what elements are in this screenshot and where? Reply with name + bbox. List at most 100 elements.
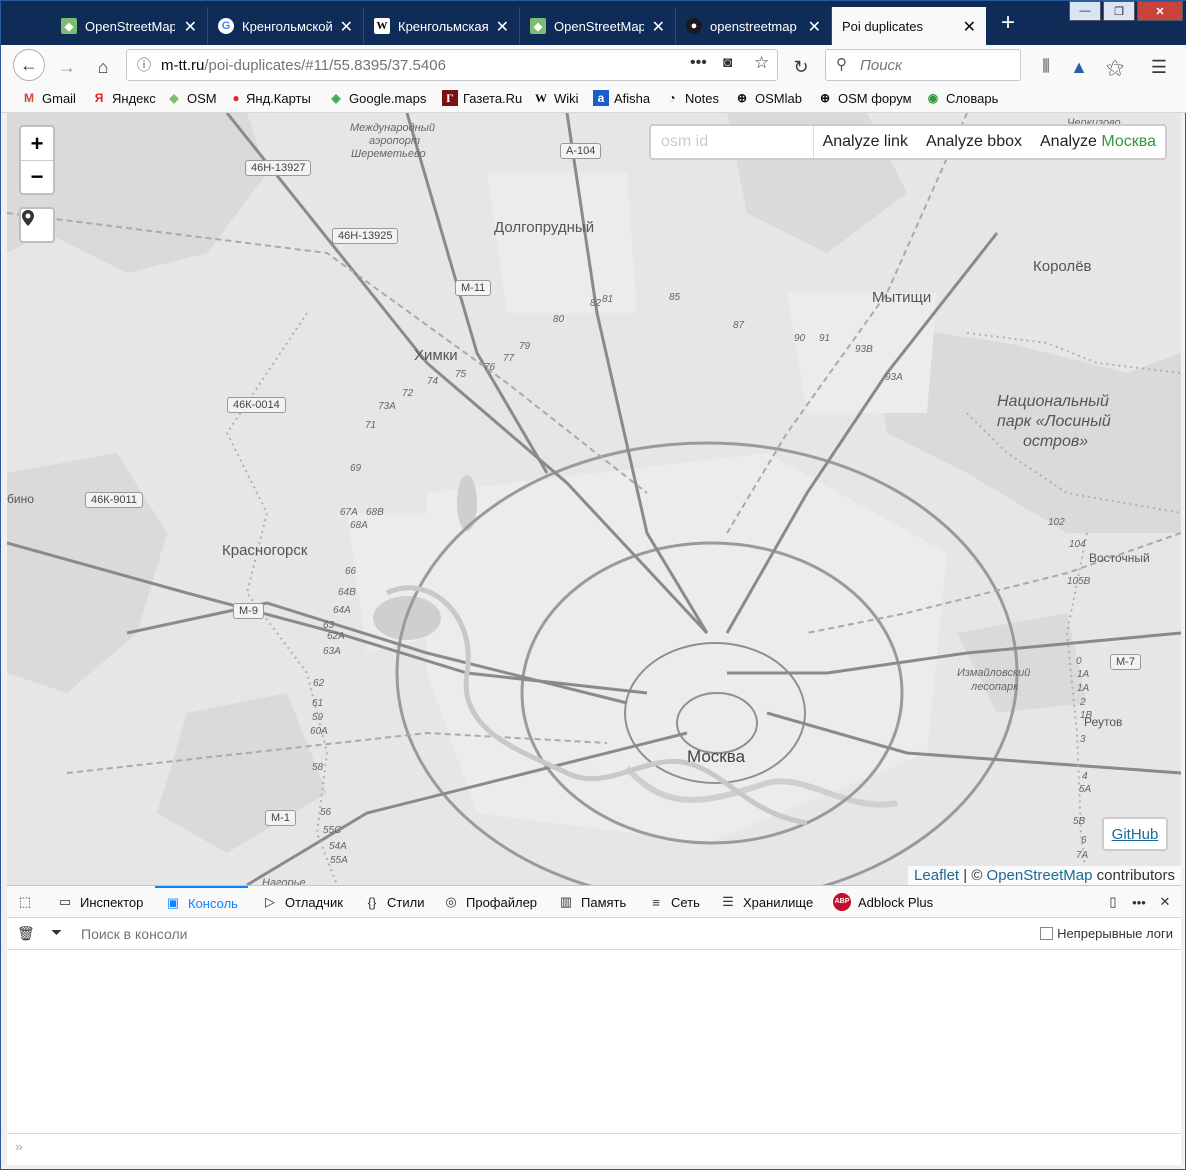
km-marker: 69 bbox=[350, 463, 362, 474]
filter-icon[interactable]: ⏷ bbox=[51, 924, 62, 941]
search-bar[interactable]: ⚲ Поиск bbox=[825, 49, 1021, 81]
km-marker: 68А bbox=[350, 520, 368, 531]
minimize-button[interactable]: — bbox=[1069, 1, 1101, 21]
tab-title: Poi duplicates bbox=[842, 18, 923, 34]
analyze-link-button[interactable]: Analyze link bbox=[814, 133, 917, 151]
close-tab-icon[interactable]: ✕ bbox=[184, 17, 197, 37]
tab-styles[interactable]: {} Стили bbox=[364, 886, 425, 918]
close-tab-icon[interactable]: ✕ bbox=[808, 17, 821, 37]
road-shield: 46Н-13925 bbox=[332, 228, 399, 244]
sync-icon[interactable]: ▲ bbox=[1065, 53, 1093, 81]
bookmark-notes[interactable]: ◔ Notes bbox=[664, 90, 719, 106]
tab-profiler[interactable]: ◎ Профайлер bbox=[443, 886, 537, 918]
bookmark-osm[interactable]: ◆ OSM bbox=[166, 90, 216, 106]
map-label-moscow: Москва bbox=[687, 747, 746, 766]
tab-network[interactable]: ≡ Сеть bbox=[648, 886, 700, 918]
dictionary-icon: ◉ bbox=[927, 91, 939, 105]
tab-osm-2[interactable]: ◆ OpenStreetMap ✕ bbox=[520, 7, 676, 45]
library-icon[interactable]: ⫼ bbox=[1032, 53, 1060, 81]
wikipedia-icon: W bbox=[374, 18, 390, 34]
bookmark-yandex[interactable]: Я Яндекс bbox=[91, 90, 156, 106]
bookmark-label: Google.maps bbox=[349, 90, 427, 106]
close-tab-icon[interactable]: ✕ bbox=[652, 17, 665, 37]
close-tab-icon[interactable]: ✕ bbox=[963, 17, 976, 37]
github-link[interactable]: GitHub bbox=[1102, 817, 1168, 851]
osm-id-input[interactable]: osm id bbox=[651, 126, 814, 158]
google-maps-icon: ◈ bbox=[331, 91, 341, 105]
bookmark-osmlab[interactable]: ⊕ OSMlab bbox=[734, 90, 802, 106]
km-marker: 81 bbox=[602, 294, 614, 305]
bookmark-afisha[interactable]: a Afisha bbox=[593, 90, 650, 106]
tab-osm-1[interactable]: ◆ OpenStreetMap ✕ bbox=[51, 7, 208, 45]
console-input[interactable]: » bbox=[7, 1133, 1181, 1159]
element-picker-button[interactable]: ⬚ bbox=[17, 886, 40, 918]
tab-github[interactable]: ● openstreetmap ✕ bbox=[676, 7, 832, 45]
tab-strip: ◆ OpenStreetMap ✕ G Кренгольмской ✕ W Кр… bbox=[1, 1, 1186, 45]
zoom-out-button[interactable]: − bbox=[21, 160, 53, 193]
forward-button[interactable]: → bbox=[53, 53, 81, 81]
km-marker: 5А bbox=[1079, 784, 1092, 795]
close-tab-icon[interactable]: ✕ bbox=[496, 17, 509, 37]
zoom-in-button[interactable]: + bbox=[21, 127, 53, 160]
dock-button[interactable]: ▯ bbox=[1105, 886, 1128, 918]
network-icon: ≡ bbox=[652, 894, 660, 910]
bookmark-google-maps[interactable]: ◈ Google.maps bbox=[328, 90, 426, 106]
analyze-bbox-button[interactable]: Analyze bbox bbox=[917, 133, 1031, 151]
tab-label: Инспектор bbox=[80, 894, 144, 910]
console-icon: ▣ bbox=[166, 895, 180, 910]
map-view[interactable]: Москва Долгопрудный Химки Мытищи Королёв… bbox=[7, 113, 1181, 885]
bookmark-yandex-maps[interactable]: ● Янд.Карты bbox=[231, 90, 310, 106]
km-marker: 64В bbox=[338, 587, 356, 598]
tab-debugger[interactable]: ▷ Отладчик bbox=[262, 886, 343, 918]
bookmark-gmail[interactable]: M Gmail bbox=[21, 90, 76, 106]
url-bar[interactable]: ⓘ m-tt.ru/poi-duplicates/#11/55.8395/37.… bbox=[126, 49, 778, 81]
github-icon: ● bbox=[686, 18, 702, 34]
bookmark-wiki[interactable]: W Wiki bbox=[533, 90, 579, 106]
extension-icon[interactable]: ⚝ bbox=[1101, 53, 1129, 81]
bookmark-dictionary[interactable]: ◉ Словарь bbox=[925, 90, 999, 106]
close-tab-icon[interactable]: ✕ bbox=[340, 17, 353, 37]
info-icon[interactable]: ⓘ bbox=[137, 55, 151, 75]
tab-title: OpenStreetMap bbox=[554, 18, 644, 34]
tab-inspector[interactable]: ▭ Инспектор bbox=[57, 886, 144, 918]
tab-title: OpenStreetMap bbox=[85, 18, 175, 34]
bookmark-osm-forum[interactable]: ⊕ OSM форум bbox=[817, 90, 912, 106]
tab-adblock[interactable]: ABP Adblock Plus bbox=[833, 886, 933, 918]
km-marker: 72 bbox=[402, 388, 414, 399]
console-search-input[interactable]: Поиск в консоли bbox=[81, 926, 187, 942]
analyze-city-name: Москва bbox=[1101, 133, 1156, 150]
tab-console[interactable]: ▣ Консоль bbox=[155, 886, 248, 918]
new-tab-button[interactable]: + bbox=[993, 9, 1023, 37]
tab-poi-duplicates[interactable]: Poi duplicates ✕ bbox=[832, 7, 986, 45]
map-label-izmaylovsky-2: лесопарк bbox=[971, 681, 1019, 693]
km-marker: 55С bbox=[323, 825, 342, 836]
home-button[interactable]: ⌂ bbox=[89, 53, 117, 81]
tab-storage[interactable]: ☰ Хранилище bbox=[720, 886, 813, 918]
more-options-button[interactable]: ••• bbox=[1131, 886, 1154, 918]
openstreetmap-link[interactable]: OpenStreetMap bbox=[987, 867, 1093, 884]
back-button[interactable]: ← bbox=[13, 49, 45, 81]
km-marker: 93В bbox=[855, 344, 873, 355]
tab-title: openstreetmap bbox=[710, 18, 797, 34]
maximize-button[interactable]: ❐ bbox=[1103, 1, 1135, 21]
leaflet-link[interactable]: Leaflet bbox=[914, 867, 959, 884]
km-marker: 62 bbox=[313, 678, 325, 689]
bookmark-gazeta[interactable]: Г Газета.Ru bbox=[442, 90, 522, 106]
analyze-city-button[interactable]: Analyze Москва bbox=[1031, 133, 1165, 151]
close-devtools-button[interactable]: ✕ bbox=[1157, 886, 1180, 918]
menu-icon[interactable]: ☰ bbox=[1145, 53, 1173, 81]
pocket-icon[interactable]: ◙ bbox=[723, 54, 732, 71]
bookmark-star-icon[interactable]: ☆ bbox=[754, 53, 769, 73]
search-placeholder: Поиск bbox=[860, 56, 903, 74]
tab-memory[interactable]: ▥ Память bbox=[558, 886, 626, 918]
persist-logs-checkbox[interactable]: Непрерывные логи bbox=[1040, 926, 1173, 941]
reload-button[interactable]: ↻ bbox=[787, 53, 815, 81]
close-window-button[interactable]: ✕ bbox=[1137, 1, 1183, 21]
tab-wikipedia[interactable]: W Кренгольмская ✕ bbox=[364, 7, 520, 45]
abp-icon: ABP bbox=[833, 893, 851, 911]
checkbox[interactable] bbox=[1040, 927, 1054, 940]
locate-button[interactable] bbox=[19, 207, 55, 243]
tab-google[interactable]: G Кренгольмской ✕ bbox=[208, 7, 364, 45]
trash-icon[interactable]: 🗑 bbox=[17, 925, 35, 942]
page-actions-icon[interactable]: ••• bbox=[690, 54, 707, 72]
